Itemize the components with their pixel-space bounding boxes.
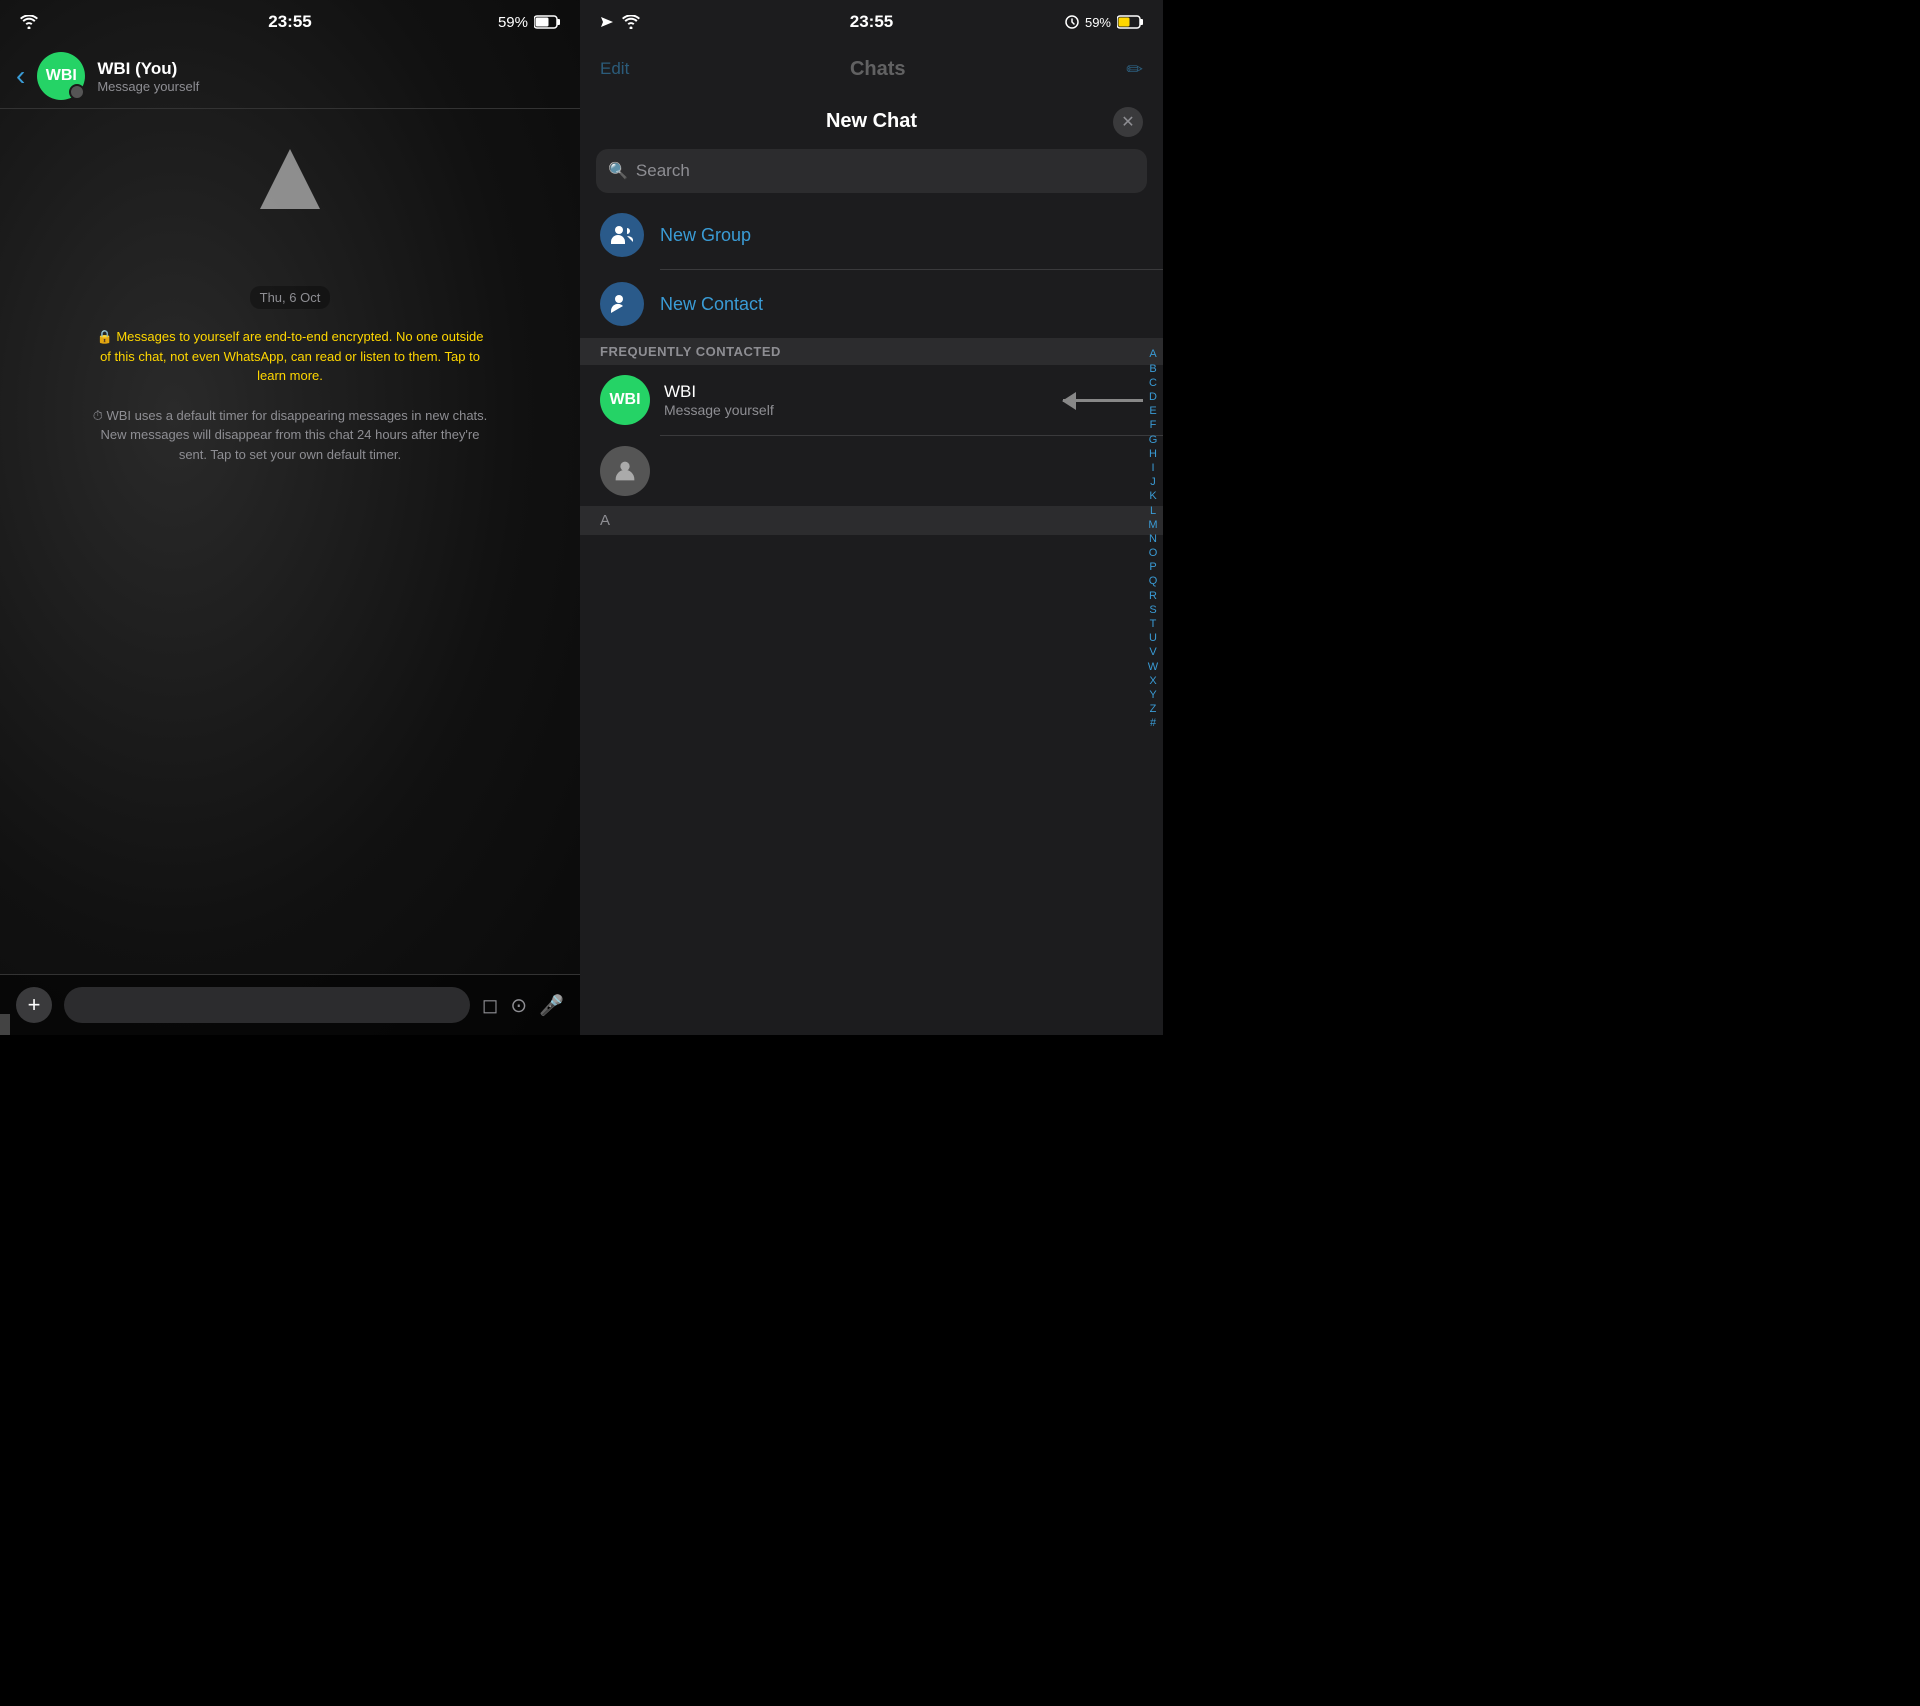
- add-person-icon: [610, 292, 634, 316]
- chat-messages: Thu, 6 Oct 🔒 Messages to yourself are en…: [0, 109, 580, 974]
- wbi-contact-info: WBI Message yourself: [664, 382, 1049, 418]
- microphone-icon[interactable]: 🎤: [539, 993, 564, 1018]
- time-left: 23:55: [268, 12, 311, 32]
- wbi-contact-row[interactable]: WBI WBI Message yourself: [580, 365, 1163, 435]
- new-group-row[interactable]: New Group: [580, 201, 1163, 269]
- message-input[interactable]: [64, 987, 470, 1023]
- alpha-l[interactable]: L: [1150, 505, 1156, 518]
- alpha-q[interactable]: Q: [1149, 575, 1158, 588]
- alpha-c[interactable]: C: [1149, 377, 1157, 390]
- alpha-m[interactable]: M: [1148, 519, 1157, 532]
- alpha-p[interactable]: P: [1149, 561, 1156, 574]
- new-contact-row[interactable]: New Contact: [580, 270, 1163, 338]
- alpha-u[interactable]: U: [1149, 632, 1157, 645]
- generic-contact-row[interactable]: [580, 436, 1163, 506]
- chat-panel: 23:55 59% ‹ WBI WBI (You) Message yourse…: [0, 0, 580, 1035]
- avatar: WBI: [37, 52, 85, 100]
- status-icons-right: [600, 15, 640, 29]
- sticker-icon[interactable]: ◻: [482, 993, 499, 1018]
- chat-info: WBI (You) Message yourself: [97, 59, 199, 94]
- arrow-up-indicator: [260, 149, 320, 209]
- wbi-subtitle: Message yourself: [664, 402, 1049, 418]
- alpha-d[interactable]: D: [1149, 391, 1157, 404]
- arrow-indicator: [1063, 399, 1143, 402]
- chat-header: ‹ WBI WBI (You) Message yourself: [0, 44, 580, 109]
- time-right: 23:55: [850, 12, 893, 32]
- alpha-k[interactable]: K: [1149, 490, 1156, 503]
- clock-icon: [1065, 15, 1079, 29]
- battery-left: 59%: [498, 14, 560, 31]
- close-button[interactable]: ✕: [1113, 107, 1143, 137]
- alpha-w[interactable]: W: [1148, 661, 1158, 674]
- battery-icon-left: [534, 15, 560, 29]
- alpha-y[interactable]: Y: [1149, 689, 1156, 702]
- edit-label-behind: Edit: [600, 59, 629, 79]
- date-label: Thu, 6 Oct: [250, 286, 331, 309]
- new-contact-icon: [600, 282, 644, 326]
- alpha-j[interactable]: J: [1150, 476, 1156, 489]
- search-bar[interactable]: 🔍 Search: [596, 149, 1147, 193]
- alpha-r[interactable]: R: [1149, 590, 1157, 603]
- person-icon: [611, 457, 639, 485]
- new-chat-modal: New Chat ✕ 🔍 Search New Group: [580, 94, 1163, 1035]
- input-icons: ◻ ⊙ 🎤: [482, 993, 564, 1018]
- wbi-avatar: WBI: [600, 375, 650, 425]
- alpha-o[interactable]: O: [1149, 547, 1158, 560]
- chat-name: WBI (You): [97, 59, 199, 79]
- wbi-name: WBI: [664, 382, 1049, 402]
- new-chat-panel: 23:55 59% Edit Chats ✏ New Chat ✕: [580, 0, 1163, 1035]
- alpha-n[interactable]: N: [1149, 533, 1157, 546]
- alpha-h[interactable]: H: [1149, 448, 1157, 461]
- alpha-a[interactable]: A: [1149, 348, 1156, 361]
- airplane-icon: [600, 16, 614, 28]
- compose-icon-behind: ✏: [1126, 57, 1143, 82]
- alphabet-index: A B C D E F G H I J K L M N O P Q R S T …: [1143, 44, 1163, 1035]
- chats-title-behind: Chats: [850, 58, 906, 81]
- frequently-contacted-header: FREQUENTLY CONTACTED: [580, 338, 1163, 365]
- section-a-header: A: [580, 506, 1163, 535]
- alpha-x[interactable]: X: [1149, 675, 1156, 688]
- chats-header-behind: Edit Chats ✏: [580, 44, 1163, 94]
- battery-right: 59%: [1065, 15, 1143, 30]
- add-attachment-button[interactable]: +: [16, 987, 52, 1023]
- chat-subtitle: Message yourself: [97, 79, 199, 94]
- modal-title: New Chat: [826, 110, 917, 133]
- generic-avatar: [600, 446, 650, 496]
- battery-icon-right: [1117, 15, 1143, 29]
- encryption-notice[interactable]: 🔒 Messages to yourself are end-to-end en…: [90, 327, 490, 386]
- status-bar-left: 23:55 59%: [0, 0, 580, 44]
- arrow-line: [1063, 399, 1143, 402]
- back-button[interactable]: ‹: [16, 60, 25, 92]
- alpha-s[interactable]: S: [1149, 604, 1156, 617]
- camera-icon[interactable]: ⊙: [510, 993, 527, 1018]
- search-icon: 🔍: [608, 161, 628, 181]
- modal-header: New Chat ✕: [580, 94, 1163, 149]
- arrow-head: [260, 149, 320, 209]
- disappearing-notice[interactable]: ⏱ WBI uses a default timer for disappear…: [90, 406, 490, 465]
- alpha-b[interactable]: B: [1149, 363, 1156, 376]
- new-group-icon: [600, 213, 644, 257]
- group-icon: [610, 223, 634, 247]
- alpha-v[interactable]: V: [1149, 646, 1156, 659]
- alpha-e[interactable]: E: [1149, 405, 1156, 418]
- new-group-label: New Group: [660, 225, 751, 246]
- alpha-z[interactable]: Z: [1150, 703, 1157, 716]
- chat-input-bar: + ◻ ⊙ 🎤: [0, 974, 580, 1035]
- alpha-i[interactable]: I: [1151, 462, 1154, 475]
- new-contact-label: New Contact: [660, 294, 763, 315]
- alpha-g[interactable]: G: [1149, 434, 1158, 447]
- alpha-hash[interactable]: #: [1150, 717, 1156, 730]
- search-input[interactable]: Search: [636, 161, 690, 181]
- status-icons-left: [20, 15, 38, 29]
- alpha-f[interactable]: F: [1150, 419, 1157, 432]
- avatar-badge: [69, 84, 85, 100]
- wifi-icon: [20, 15, 38, 29]
- alpha-t[interactable]: T: [1150, 618, 1157, 631]
- status-bar-right: 23:55 59%: [580, 0, 1163, 44]
- wifi-icon-right: [622, 15, 640, 29]
